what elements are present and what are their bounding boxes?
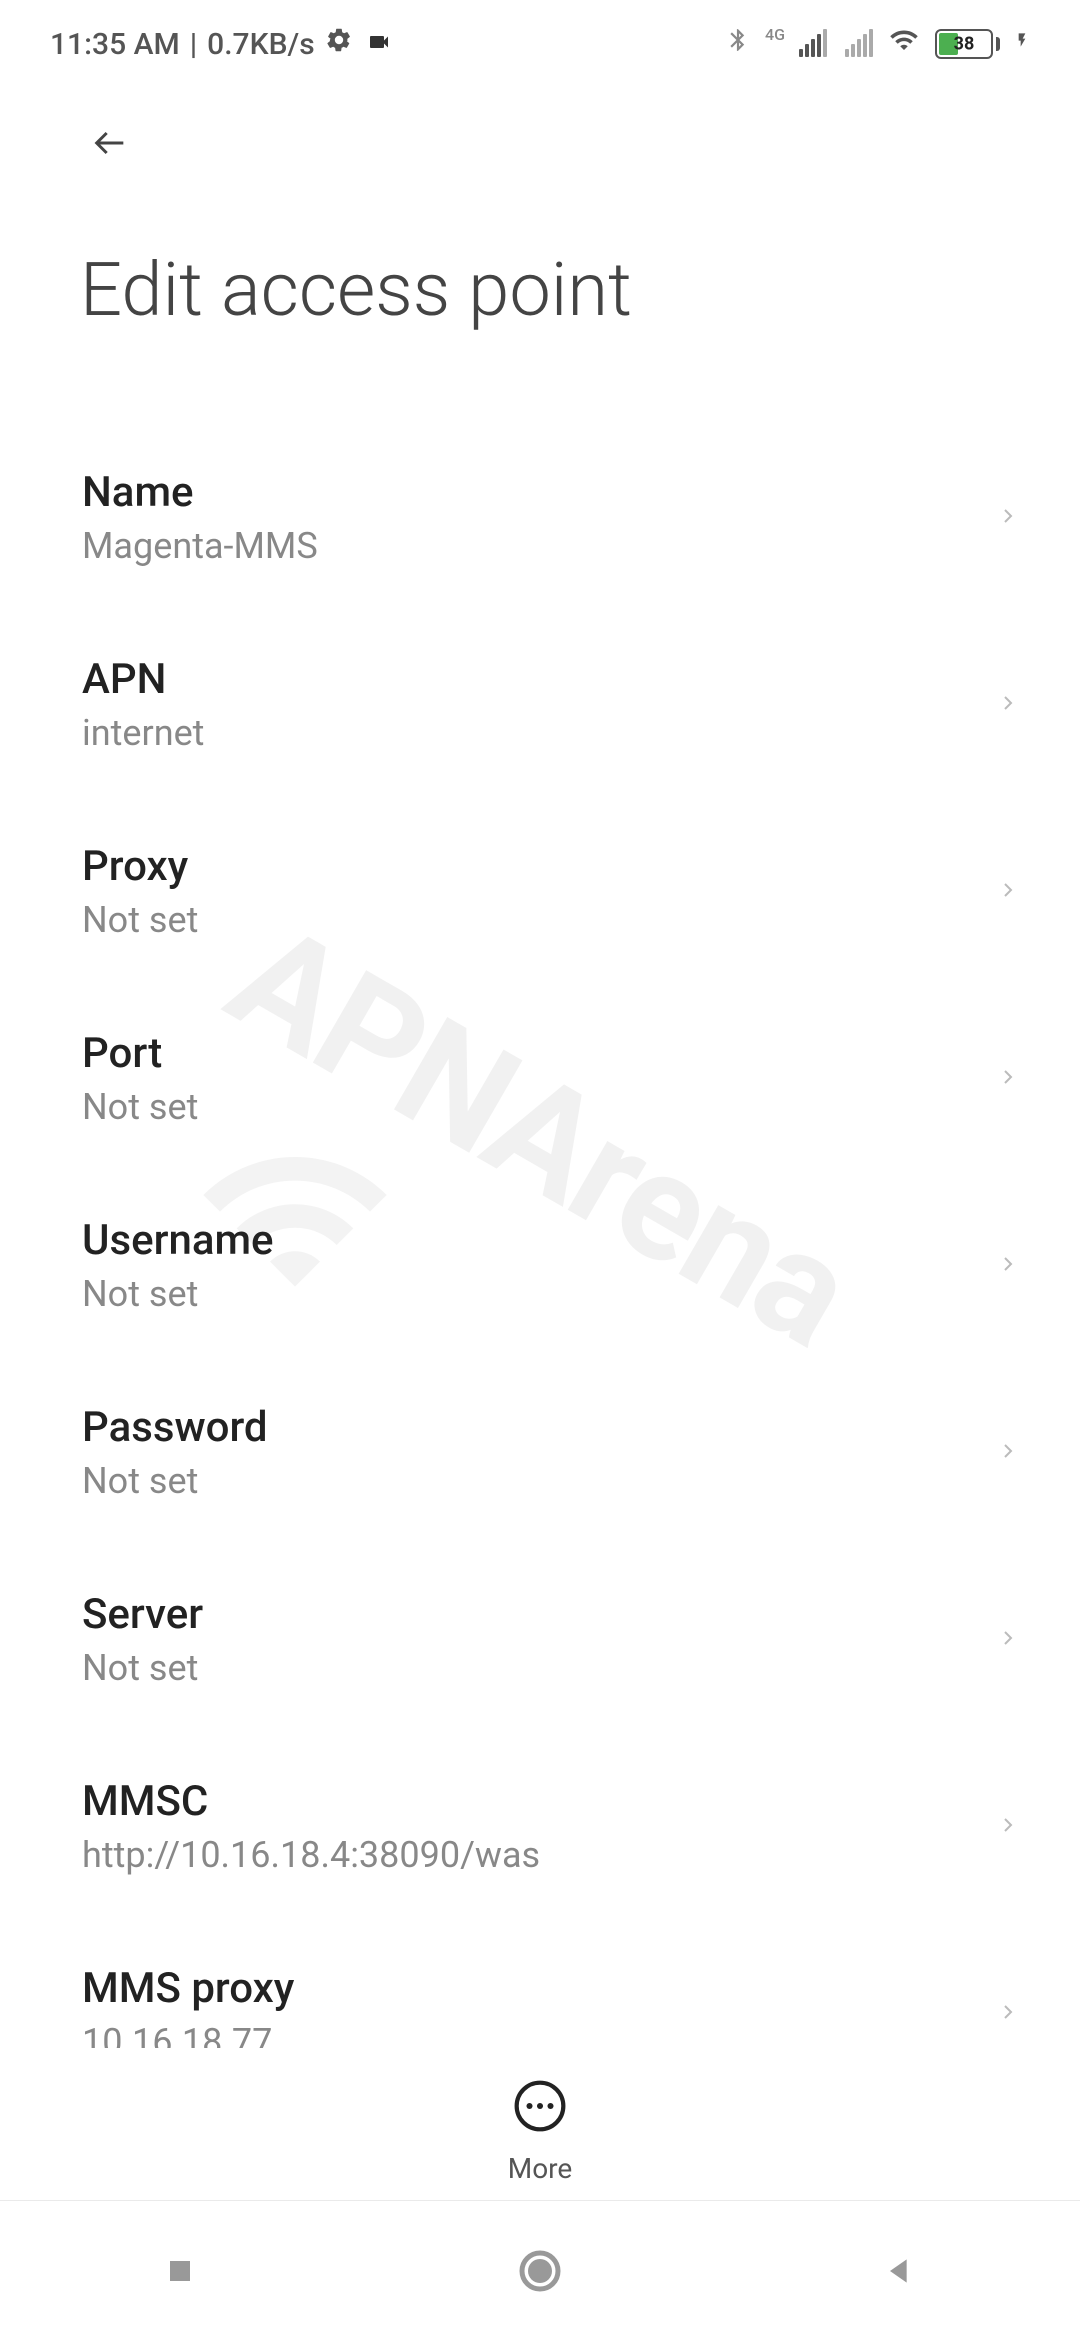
apn-field-apn[interactable]: APN internet [0,611,1080,798]
apn-field-label: MMSC [82,1777,540,1826]
apn-field-server[interactable]: Server Not set [0,1546,1080,1733]
chevron-right-icon [996,1992,1020,2036]
system-nav-bar [0,2200,1080,2340]
cellular-4g-label: 4G [765,25,785,44]
bottom-action-bar: More [0,2048,1080,2185]
status-divider: | [190,27,197,62]
status-data-rate: 0.7KB/s [207,27,314,62]
charging-bolt-icon [1014,26,1030,62]
chevron-right-icon [996,1057,1020,1101]
status-bar: 11:35 AM | 0.7KB/s 4G [0,0,1080,73]
apn-field-label: Server [82,1590,203,1639]
chevron-right-icon [996,1244,1020,1288]
chevron-right-icon [996,496,1020,540]
apn-field-password[interactable]: Password Not set [0,1359,1080,1546]
apn-field-label: APN [82,655,204,704]
apn-field-value: Not set [82,1086,198,1128]
apn-field-value: Not set [82,1647,203,1689]
settings-gear-icon [325,26,353,62]
apn-field-value: internet [82,712,204,754]
apn-field-label: Name [82,468,318,517]
apn-field-label: Proxy [82,842,198,891]
video-camera-icon [363,27,395,62]
page-title: Edit access point [80,247,1000,334]
apn-field-name[interactable]: Name Magenta-MMS [0,424,1080,611]
chevron-right-icon [996,683,1020,727]
chevron-right-icon [996,1618,1020,1662]
nav-home-button[interactable] [415,2247,665,2295]
apn-fields-list: Name Magenta-MMS APN internet Proxy Not … [0,364,1080,2107]
apn-field-label: Port [82,1029,198,1078]
apn-field-proxy[interactable]: Proxy Not set [0,798,1080,985]
status-time: 11:35 AM [50,27,180,62]
chevron-right-icon [996,1431,1020,1475]
battery-percent: 38 [954,34,975,55]
apn-field-value: Not set [82,1460,268,1502]
apn-field-mmsc[interactable]: MMSC http://10.16.18.4:38090/was [0,1733,1080,1920]
apn-field-value: Magenta-MMS [82,525,318,567]
chevron-right-icon [996,870,1020,914]
apn-field-value: http://10.16.18.4:38090/was [82,1834,540,1876]
wifi-icon [887,25,921,63]
more-button[interactable]: More [508,2078,573,2185]
battery-icon: 38 [935,29,1000,59]
signal-bars-1-icon [799,31,827,57]
apn-field-username[interactable]: Username Not set [0,1172,1080,1359]
apn-field-label: Username [82,1216,274,1265]
apn-field-label: Password [82,1403,268,1452]
back-button[interactable] [80,123,1000,167]
signal-bars-2-icon [845,31,873,57]
apn-field-value: Not set [82,899,198,941]
more-circle-icon [512,2078,568,2138]
apn-field-value: Not set [82,1273,274,1315]
apn-field-label: MMS proxy [82,1964,294,2013]
page-header: Edit access point [0,73,1080,364]
nav-back-button[interactable] [775,2251,1025,2291]
more-label: More [508,2152,573,2185]
apn-field-port[interactable]: Port Not set [0,985,1080,1172]
bluetooth-icon [725,25,751,63]
chevron-right-icon [996,1805,1020,1849]
nav-recents-button[interactable] [55,2251,305,2291]
